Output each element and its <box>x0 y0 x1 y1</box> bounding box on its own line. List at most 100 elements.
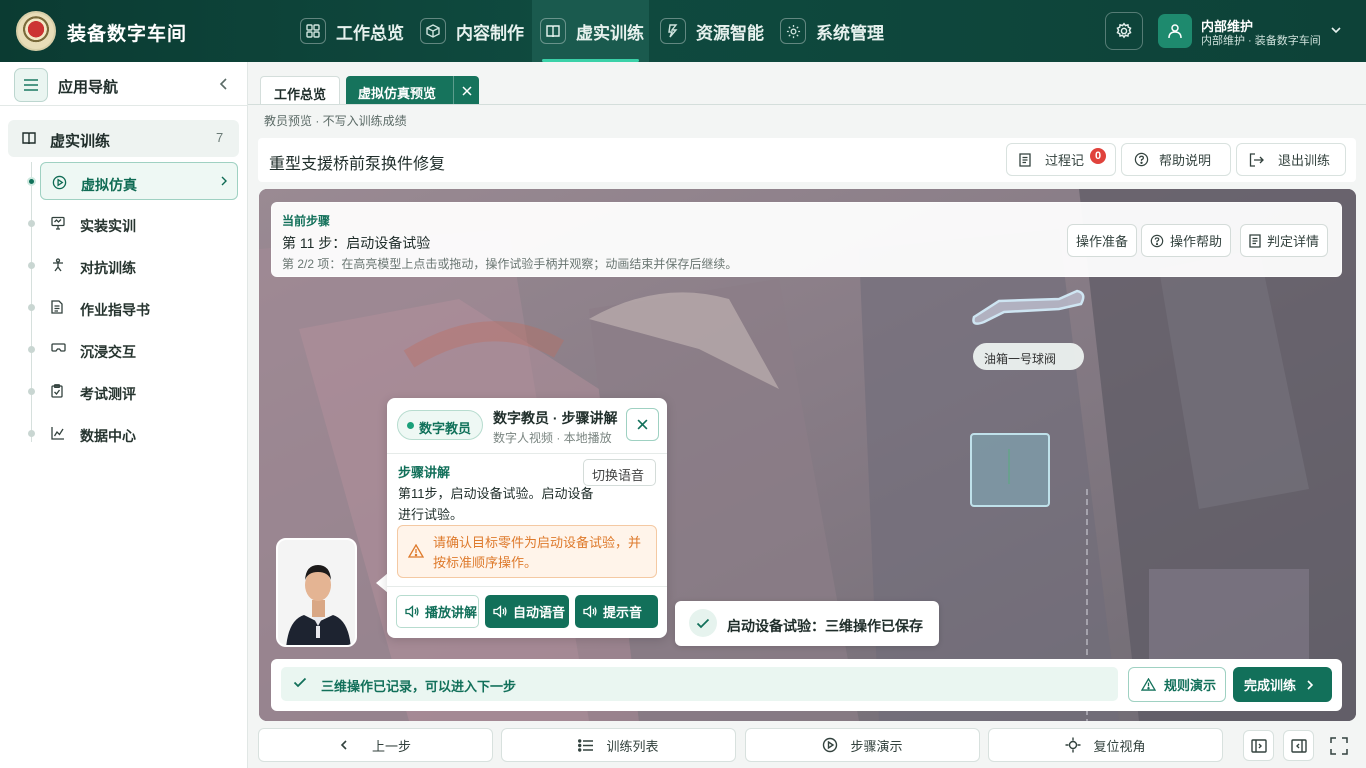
previous-step-button[interactable]: 上一步 <box>258 728 493 762</box>
tree-node <box>27 177 36 186</box>
speaker-icon <box>485 605 513 618</box>
document-icon <box>1249 233 1267 248</box>
sidebar-group-training[interactable]: 虚实训练 7 <box>8 120 239 157</box>
speaker-icon <box>575 605 603 618</box>
panel-left-icon <box>1250 738 1267 753</box>
collapse-sidebar-icon[interactable] <box>218 77 230 91</box>
document-icon <box>51 300 63 314</box>
question-icon <box>1122 152 1159 167</box>
auto-voice-button[interactable]: 自动语音 <box>485 595 569 628</box>
close-coach-button[interactable] <box>626 408 659 441</box>
list-icon <box>578 738 606 752</box>
chevron-right-icon <box>219 175 229 187</box>
chevron-right-icon <box>1296 679 1314 691</box>
count-badge: 0 <box>1090 148 1106 164</box>
operation-help-button[interactable]: 操作帮助 <box>1141 224 1232 257</box>
app-title: 装备数字车间 <box>67 24 188 45</box>
nav-tab-training[interactable]: 虚实训练 <box>532 0 649 62</box>
sidebar-item-virtual-sim[interactable]: 虚拟仿真 <box>40 162 238 200</box>
vr-icon <box>51 342 66 354</box>
warning-icon <box>408 544 424 558</box>
status-message: 三维操作已记录，可以进入下一步 <box>281 667 1118 701</box>
sidebar-item-exam[interactable]: 考试测评 <box>40 372 238 410</box>
close-icon[interactable] <box>453 76 479 105</box>
nav-tab-resources[interactable]: 资源智能 <box>652 0 776 62</box>
sidebar-group-count: 7 <box>216 130 224 145</box>
tree-node <box>28 304 35 311</box>
sidebar: 应用导航 虚实训练 7 虚拟仿真 实装实训 对抗训练 作业指导书 沉浸交互 考试… <box>0 62 248 768</box>
crosshair-icon <box>1065 737 1093 753</box>
tree-node <box>28 220 35 227</box>
logout-icon <box>1237 152 1274 167</box>
nav-tab-overview[interactable]: 工作总览 <box>292 0 416 62</box>
toggle-right-panel-button[interactable] <box>1283 730 1314 761</box>
coach-subtitle: 数字人视频 · 本地播放 <box>493 431 612 445</box>
divider <box>387 453 667 454</box>
sidebar-group-label: 虚实训练 <box>50 133 111 150</box>
nav-tab-content[interactable]: 内容制作 <box>412 0 536 62</box>
menu-toggle-button[interactable] <box>14 68 48 102</box>
grid-icon <box>300 18 326 44</box>
chart-icon <box>51 426 65 440</box>
exit-training-button[interactable]: 退出训练 <box>1236 143 1346 176</box>
fullscreen-button[interactable] <box>1323 730 1354 761</box>
step-caption: 当前步骤 <box>282 214 331 228</box>
training-list-button[interactable]: 训练列表 <box>501 728 736 762</box>
page-title: 重型支援桥前泵换件修复 <box>269 156 446 173</box>
gear-icon <box>780 18 806 44</box>
warning-box: 请确认目标零件为启动设备试验，并按标准顺序操作。 <box>397 525 657 578</box>
tab-sim-preview[interactable]: 虚拟仿真预览 <box>346 76 479 105</box>
status-text: 三维操作已记录，可以进入下一步 <box>321 679 517 694</box>
document-icon <box>1007 152 1041 167</box>
divider <box>248 104 1366 105</box>
tree-line <box>31 162 32 442</box>
process-log-button[interactable]: 过程记 0 <box>1006 143 1116 176</box>
monitor-icon <box>51 216 65 230</box>
help-button[interactable]: 帮助说明 <box>1121 143 1231 176</box>
book-icon <box>22 131 36 145</box>
check-icon <box>689 609 717 637</box>
tree-node <box>28 388 35 395</box>
divider <box>0 105 248 106</box>
sidebar-item-real-training[interactable]: 实装实训 <box>40 204 238 242</box>
reset-view-button[interactable]: 复位视角 <box>988 728 1223 762</box>
step-demo-button[interactable]: 步骤演示 <box>745 728 980 762</box>
preview-note: 教员预览 · 不写入训练成绩 <box>264 114 407 128</box>
panel-right-icon <box>1290 738 1307 753</box>
digital-coach-card: 数字教员 数字教员 · 步骤讲解 数字人视频 · 本地播放 步骤讲解 切换语音 … <box>387 398 667 638</box>
top-bar: 装备数字车间 工作总览 内容制作 虚实训练 资源智能 系统管理 内部维护 内部维… <box>0 0 1366 62</box>
sidebar-item-data-center[interactable]: 数据中心 <box>40 414 238 452</box>
part-label[interactable]: 油箱一号球阀 <box>973 343 1084 370</box>
operation-prep-button[interactable]: 操作准备 <box>1067 224 1138 257</box>
gear-icon <box>1115 22 1133 40</box>
tip-sound-button[interactable]: 提示音 <box>575 595 658 628</box>
judgement-detail-button[interactable]: 判定详情 <box>1240 224 1329 257</box>
clipboard-icon <box>51 384 63 398</box>
3d-viewport[interactable]: 当前步骤 第 11 步：启动设备试验 第 2/2 项：在高亮模型上点击或拖动，操… <box>259 189 1356 721</box>
play-explanation-button[interactable]: 播放讲解 <box>396 595 479 628</box>
finish-training-button[interactable]: 完成训练 <box>1233 667 1332 702</box>
sidebar-item-work-guide[interactable]: 作业指导书 <box>40 288 238 326</box>
chevron-left-icon <box>340 739 360 751</box>
sidebar-item-adversarial[interactable]: 对抗训练 <box>40 246 238 284</box>
cube-icon <box>420 18 446 44</box>
explain-text: 第11步，启动设备试验。启动设备进行试验。 <box>398 486 594 522</box>
digital-coach-video[interactable] <box>276 538 357 647</box>
user-icon <box>1167 23 1183 39</box>
check-icon <box>293 677 307 688</box>
sidebar-item-immersive[interactable]: 沉浸交互 <box>40 330 238 368</box>
switch-voice-button[interactable]: 切换语音 <box>583 459 656 486</box>
rule-demo-button[interactable]: 规则演示 <box>1128 667 1226 702</box>
avatar[interactable] <box>1158 14 1192 48</box>
step-title: 第 11 步：启动设备试验 <box>282 235 431 251</box>
settings-button[interactable] <box>1105 12 1143 50</box>
nav-tab-system[interactable]: 系统管理 <box>772 0 896 62</box>
menu-icon <box>23 78 39 92</box>
play-circle-icon <box>52 175 67 190</box>
spark-icon <box>660 18 686 44</box>
coach-title: 数字教员 · 步骤讲解 <box>493 410 618 426</box>
toggle-left-panel-button[interactable] <box>1243 730 1274 761</box>
chevron-down-icon[interactable] <box>1330 24 1342 36</box>
book-icon <box>540 18 566 44</box>
tab-overview[interactable]: 工作总览 <box>260 76 340 105</box>
